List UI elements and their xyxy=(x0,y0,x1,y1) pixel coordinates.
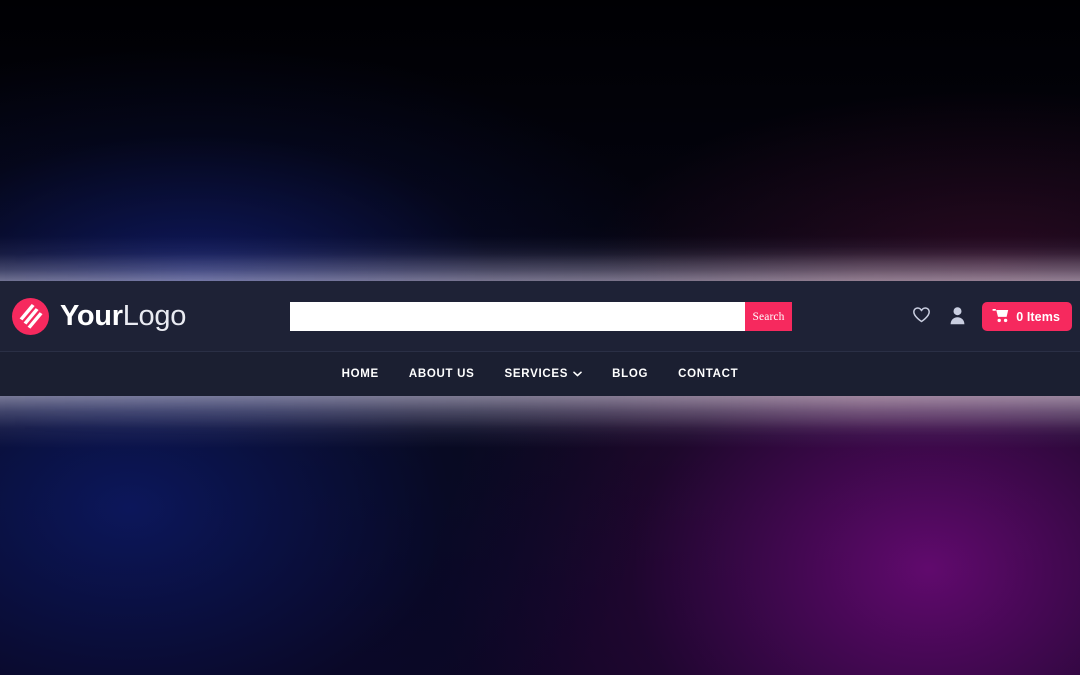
account-button[interactable] xyxy=(946,305,968,329)
nav-item-blog[interactable]: BLOG xyxy=(597,368,663,380)
header-actions: 0 Items xyxy=(910,299,1072,334)
search-button[interactable]: Search xyxy=(745,302,792,331)
cart-label: 0 Items xyxy=(1016,309,1060,324)
user-icon xyxy=(949,306,966,328)
nav-item-label: CONTACT xyxy=(678,368,739,380)
nav-item-label: SERVICES xyxy=(504,368,569,380)
page-root: YourLogo Search 0 Items HOME ABOUT US SE… xyxy=(0,0,1080,675)
nav-item-label: HOME xyxy=(341,368,379,380)
nav-item-services[interactable]: SERVICES xyxy=(490,368,598,380)
brand-name-bold: Your xyxy=(60,299,123,332)
nav-item-contact[interactable]: CONTACT xyxy=(663,368,753,380)
shopping-cart-icon xyxy=(992,308,1009,326)
chevron-down-icon xyxy=(573,368,582,380)
nav-list: HOME ABOUT US SERVICES BLOG CONTACT xyxy=(327,368,754,380)
brand-logo[interactable]: YourLogo xyxy=(12,297,272,335)
heart-icon xyxy=(912,306,931,327)
cart-button[interactable]: 0 Items xyxy=(982,302,1072,331)
nav-item-home[interactable]: HOME xyxy=(327,368,394,380)
search-input[interactable] xyxy=(290,302,745,331)
nav-item-label: BLOG xyxy=(612,368,649,380)
wishlist-button[interactable] xyxy=(910,305,932,329)
logo-slash-circle-icon xyxy=(12,297,49,335)
nav-item-about-us[interactable]: ABOUT US xyxy=(394,368,490,380)
glow-band-below-nav-warm xyxy=(0,396,1080,436)
search-bar: Search xyxy=(290,302,792,331)
brand-name-light: Logo xyxy=(122,299,187,332)
main-navigation: HOME ABOUT US SERVICES BLOG CONTACT xyxy=(0,351,1080,396)
brand-name: YourLogo xyxy=(60,299,187,332)
nav-item-label: ABOUT US xyxy=(408,368,475,380)
glow-band-above-header-warm xyxy=(0,246,1080,281)
